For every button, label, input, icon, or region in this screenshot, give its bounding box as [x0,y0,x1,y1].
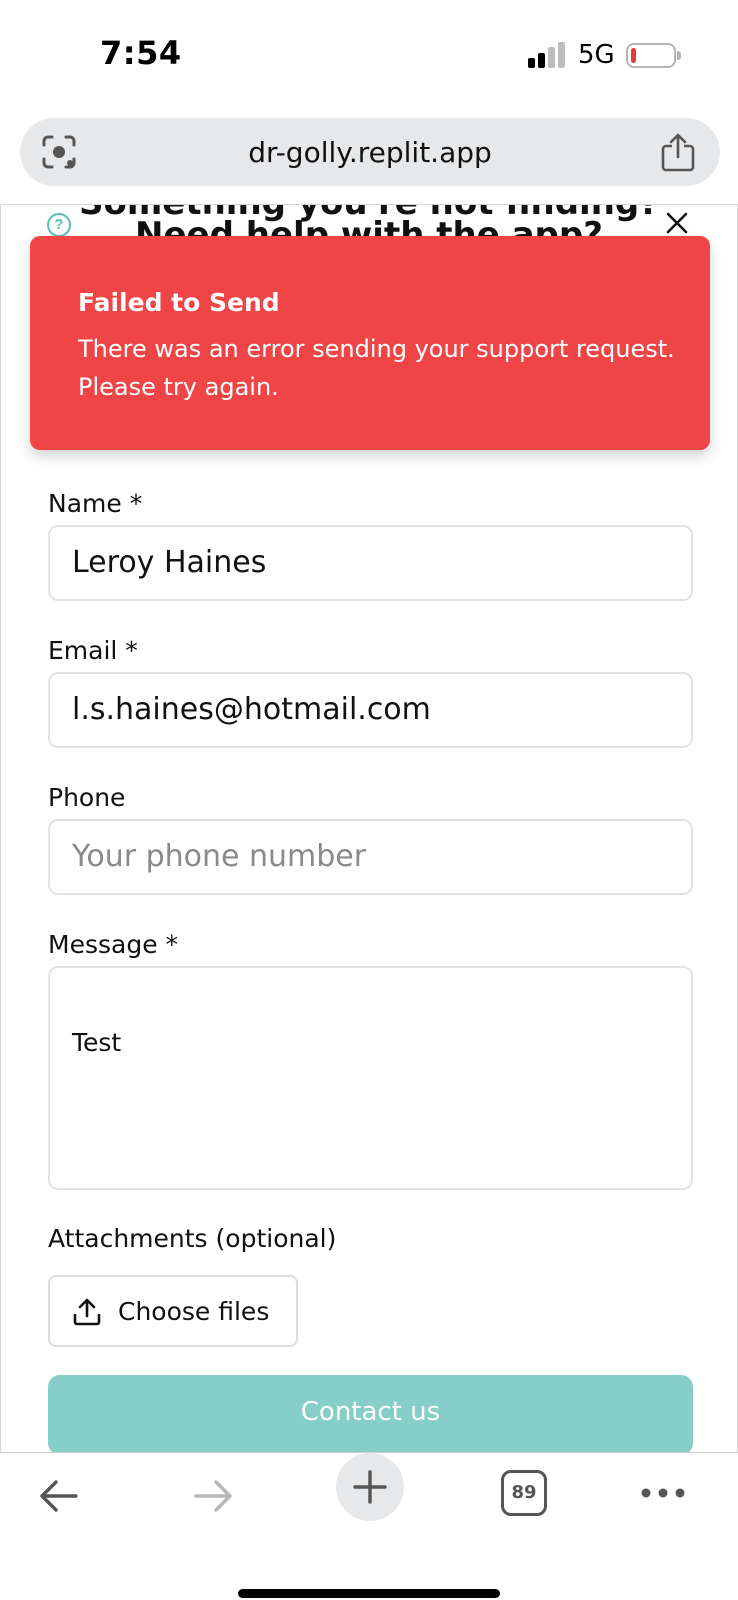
message-textarea[interactable]: Test [48,966,693,1190]
message-label: Message * [48,930,179,959]
network-label: 5G [578,40,615,70]
contact-us-button[interactable]: Contact us [48,1375,693,1452]
phone-label: Phone [48,783,126,812]
attachments-label: Attachments (optional) [48,1224,337,1253]
address-bar[interactable]: dr-golly.replit.app [20,118,720,186]
battery-icon [626,43,676,68]
help-icon: ? [47,213,71,237]
battery-level [631,48,636,63]
arrow-right-icon[interactable] [190,1473,236,1519]
plus-icon [353,1470,387,1504]
name-label: Name * [48,489,143,518]
email-input[interactable]: l.s.haines@hotmail.com [48,672,693,748]
url-text[interactable]: dr-golly.replit.app [20,136,720,169]
error-toast[interactable]: Failed to Send There was an error sendin… [30,236,710,450]
battery-cap [677,51,681,60]
choose-files-label: Choose files [118,1297,270,1326]
toast-message: There was an error sending your support … [78,335,675,401]
upload-icon [73,1298,101,1326]
signal-icon [528,42,565,68]
email-label: Email * [48,636,138,665]
share-icon[interactable] [660,132,696,172]
toast-title: Failed to Send [78,288,280,317]
home-indicator [238,1589,500,1598]
arrow-left-icon[interactable] [36,1473,82,1519]
tab-count-button[interactable]: 89 [501,1470,547,1516]
browser-toolbar: 89 [0,1452,738,1600]
ellipsis-icon[interactable] [640,1483,686,1503]
name-input[interactable]: Leroy Haines [48,525,693,601]
phone-input[interactable]: Your phone number [48,819,693,895]
choose-files-button[interactable]: Choose files [48,1275,298,1347]
status-bar: 7:54 5G [0,0,738,110]
new-tab-button[interactable] [336,1453,404,1521]
status-time: 7:54 [100,34,182,72]
